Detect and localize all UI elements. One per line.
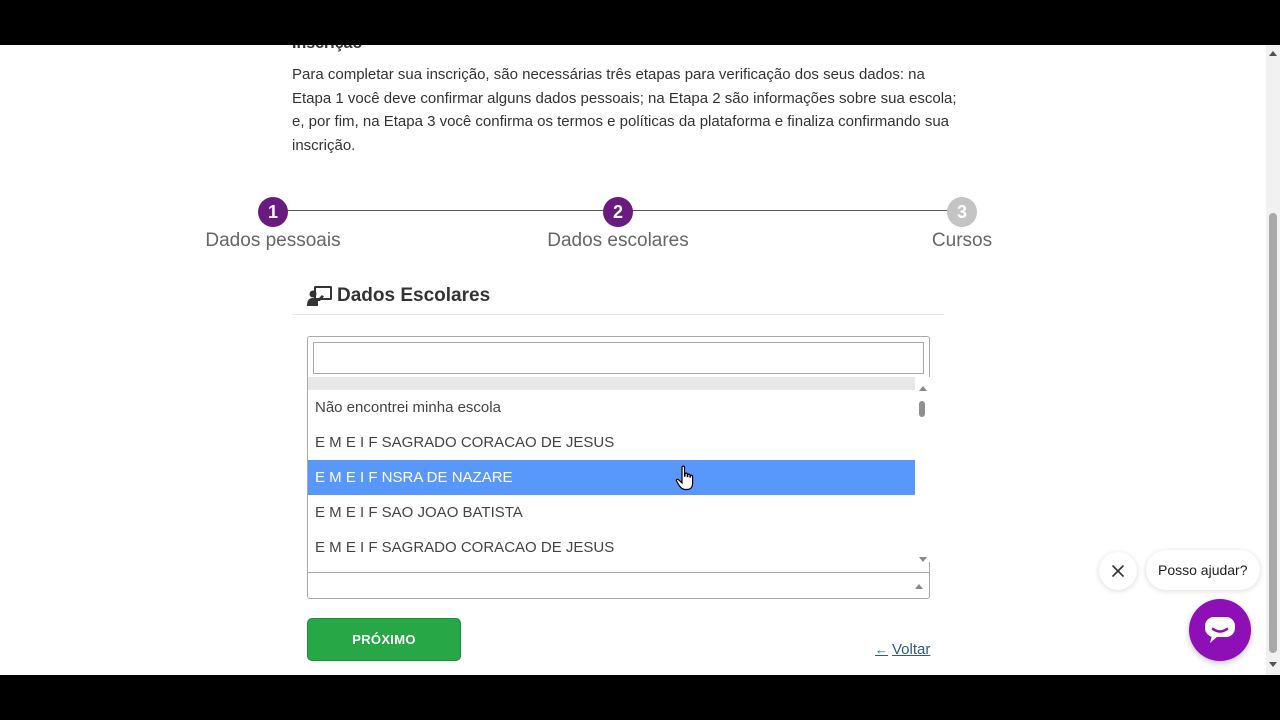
scroll-down-icon[interactable]	[919, 557, 927, 562]
chat-close-button[interactable]	[1099, 552, 1137, 590]
page-scroll-down-icon[interactable]	[1269, 662, 1277, 667]
hand-cursor-icon	[675, 465, 694, 491]
school-options-list: Não encontrei minha escola E M E I F SAG…	[308, 377, 915, 562]
page-scrollbar[interactable]	[1266, 45, 1280, 675]
card-title: Dados Escolares	[307, 285, 490, 307]
step-2: 2 Dados escolares	[518, 197, 718, 252]
card-divider	[292, 314, 944, 315]
step-1-label: Dados pessoais	[205, 230, 341, 251]
step-2-label: Dados escolares	[547, 230, 689, 251]
school-option[interactable]: E M E I F SAGRADO CORACAO DE JESUS	[308, 530, 915, 562]
list-top-gap	[308, 377, 915, 390]
scroll-thumb[interactable]	[919, 401, 925, 417]
school-option-highlighted[interactable]: E M E I F NSRA DE NAZARE	[308, 460, 915, 495]
school-option[interactable]: E M E I F SAO JOAO BATISTA	[308, 495, 915, 530]
window-frame-bottom	[0, 675, 1280, 720]
step-3-label: Cursos	[931, 230, 993, 251]
school-select-box[interactable]	[307, 572, 930, 599]
step-2-number: 2	[603, 197, 633, 227]
step-3-number: 3	[947, 197, 977, 227]
caret-up-icon	[915, 584, 923, 589]
chat-icon	[1205, 617, 1235, 643]
arrow-left-icon: ←	[875, 642, 888, 657]
back-link[interactable]: ← Voltar	[875, 641, 930, 658]
school-option[interactable]: Não encontrei minha escola	[308, 390, 915, 425]
school-dropdown: Não encontrei minha escola E M E I F SAG…	[307, 336, 930, 599]
card-title-text: Dados Escolares	[337, 285, 491, 306]
step-1: 1 Dados pessoais	[173, 197, 373, 252]
school-search-input[interactable]	[313, 342, 924, 374]
page-scroll-up-icon[interactable]	[1269, 51, 1277, 56]
back-link-label: Voltar	[892, 641, 931, 658]
scroll-up-icon[interactable]	[919, 386, 927, 391]
options-scrollbar[interactable]	[915, 377, 930, 562]
page: Inscrição Para completar sua inscrição, …	[0, 45, 1266, 675]
close-icon	[1112, 565, 1124, 577]
step-3: 3 Cursos	[862, 197, 1062, 252]
section-heading: Inscrição	[292, 45, 362, 53]
chat-launcher-button[interactable]	[1189, 599, 1251, 661]
teacher-board-icon	[307, 286, 332, 306]
school-option[interactable]: E M E I F SAGRADO CORACAO DE JESUS	[308, 425, 915, 460]
chat-prompt-bubble[interactable]: Posso ajudar?	[1146, 550, 1260, 590]
next-button[interactable]: PRÓXIMO	[307, 618, 461, 661]
window-frame-top	[0, 0, 1280, 45]
step-1-number: 1	[258, 197, 288, 227]
intro-text: Para completar sua inscrição, são necess…	[292, 66, 957, 154]
page-scroll-thumb[interactable]	[1269, 213, 1277, 653]
